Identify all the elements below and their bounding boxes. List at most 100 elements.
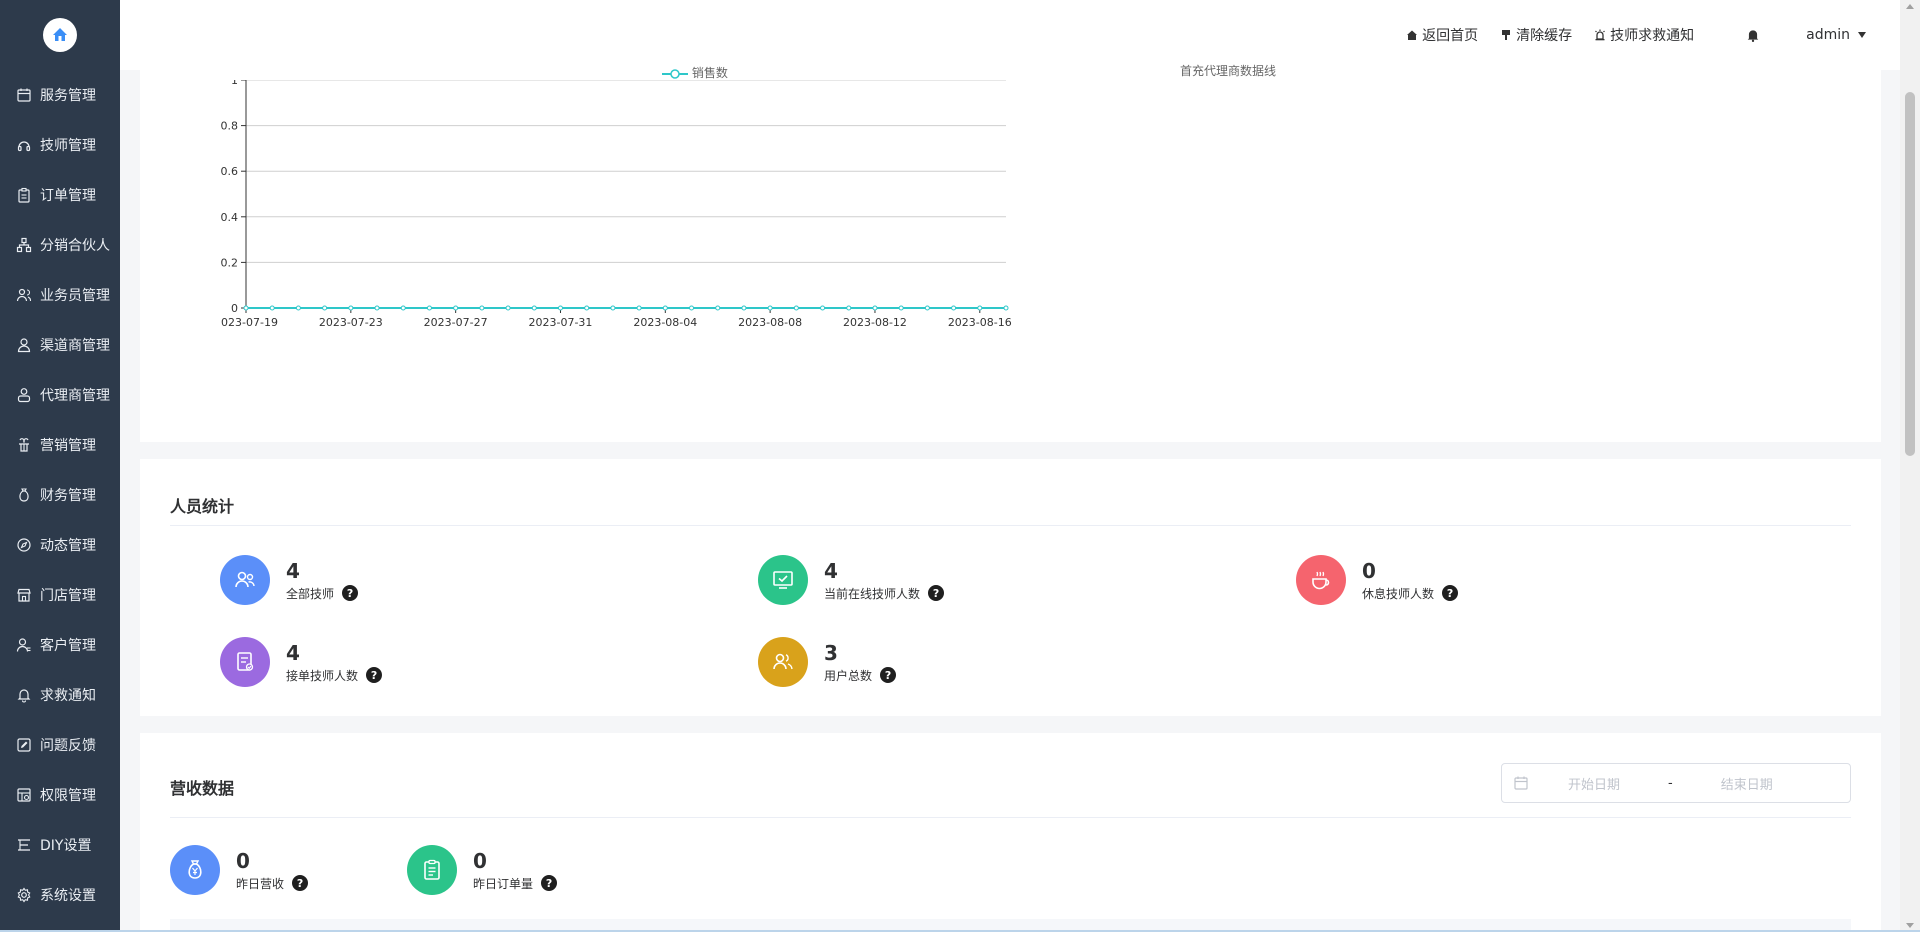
sidebar-item-6[interactable]: 代理商管理	[0, 370, 120, 420]
return-home-link[interactable]: 返回首页	[1406, 25, 1478, 45]
data-point	[610, 305, 616, 311]
sidebar-item-2[interactable]: 订单管理	[0, 170, 120, 220]
sidebar-item-5[interactable]: 渠道商管理	[0, 320, 120, 370]
legend-line-icon	[662, 68, 688, 79]
sidebar-item-16[interactable]: 系统设置	[0, 870, 120, 920]
legend-item-sales[interactable]: 销售数	[662, 64, 728, 81]
stat-total-users: 3 用户总数?	[758, 637, 897, 687]
y-tick-label: 0	[231, 302, 238, 315]
stat-value: 4	[286, 640, 300, 665]
date-range-picker[interactable]: 开始日期 - 结束日期	[1501, 763, 1851, 803]
sidebar-item-label: 系统设置	[40, 888, 96, 904]
sidebar-item-7[interactable]: 营销管理	[0, 420, 120, 470]
scrollbar-thumb[interactable]	[1905, 92, 1915, 456]
sidebar-item-14[interactable]: 权限管理	[0, 770, 120, 820]
rescue-notice-link[interactable]: 技师求救通知	[1594, 25, 1694, 45]
data-point	[662, 305, 668, 311]
scroll-down-icon[interactable]	[1906, 923, 1914, 928]
sidebar-item-label: 订单管理	[40, 188, 96, 204]
help-icon[interactable]: ?	[541, 875, 558, 891]
alarm-icon	[1595, 29, 1606, 41]
clipboard-icon	[16, 187, 32, 203]
data-point	[741, 305, 747, 311]
user-menu[interactable]: admin	[1806, 27, 1866, 43]
home-icon	[1407, 30, 1418, 40]
stat-accepting-technicians: 4 接单技师人数?	[220, 637, 383, 687]
sidebar-item-label: 门店管理	[40, 588, 96, 604]
main-content: 销售数 首充代理商数据线 0 0.2 0.4 0.6 0.8 1 2023-07-19 202…	[120, 64, 1900, 932]
x-tick-label: 2023-07-19	[220, 316, 278, 329]
notification-bell[interactable]	[1746, 28, 1764, 42]
data-point	[636, 305, 642, 311]
sidebar-item-label: 技师管理	[40, 138, 96, 154]
x-tick-label: 2023-08-16	[948, 316, 1012, 329]
date-separator: -	[1668, 775, 1673, 791]
clipboard-icon	[424, 859, 440, 880]
username: admin	[1806, 27, 1850, 43]
revenue-icon-circle	[170, 845, 220, 895]
data-point	[872, 305, 878, 311]
sidebar-item-label: 代理商管理	[40, 388, 110, 404]
help-icon[interactable]: ?	[366, 667, 383, 683]
sidebar-item-11[interactable]: 客户管理	[0, 620, 120, 670]
help-icon[interactable]: ?	[928, 585, 945, 601]
clear-cache-link[interactable]: 清除缓存	[1500, 25, 1572, 45]
page-scrollbar[interactable]	[1900, 0, 1920, 932]
help-icon[interactable]: ?	[342, 585, 359, 601]
stat-value: 4	[824, 558, 838, 583]
sidebar-item-13[interactable]: 问题反馈	[0, 720, 120, 770]
online-icon-circle	[758, 555, 808, 605]
return-home-label: 返回首页	[1422, 28, 1479, 44]
scroll-up-icon[interactable]	[1906, 4, 1914, 9]
money-bag-icon	[188, 860, 202, 879]
sidebar-item-9[interactable]: 动态管理	[0, 520, 120, 570]
sidebar-item-4[interactable]: 业务员管理	[0, 270, 120, 320]
stat-yesterday-revenue: 0 昨日营收?	[170, 845, 309, 895]
data-point	[846, 305, 852, 311]
headset-icon	[16, 137, 32, 153]
start-date-input[interactable]: 开始日期	[1568, 774, 1620, 793]
sidebar-item-8[interactable]: 财务管理	[0, 470, 120, 520]
bell-icon	[16, 687, 32, 703]
help-icon[interactable]: ?	[292, 875, 309, 891]
data-point	[898, 305, 904, 311]
y-tick-label: 1	[231, 80, 238, 87]
bell-icon	[1747, 30, 1759, 42]
data-point	[793, 305, 799, 311]
clear-cache-label: 清除缓存	[1516, 28, 1573, 44]
legend-item-agent[interactable]: 首充代理商数据线	[1180, 62, 1276, 79]
line-chart: 0 0.2 0.4 0.6 0.8 1 2023-07-19 2023-07-23 2023-0…	[220, 80, 1012, 329]
edit-icon	[16, 737, 32, 753]
stat-label: 当前在线技师人数	[824, 586, 921, 601]
stat-value: 3	[824, 640, 838, 665]
calendar-icon	[1514, 776, 1528, 790]
rescue-notice-label: 技师求救通知	[1610, 28, 1695, 44]
divider	[170, 525, 1851, 526]
sidebar-item-1[interactable]: 技师管理	[0, 120, 120, 170]
stat-all-technicians: 4 全部技师?	[220, 555, 359, 605]
legend-label-sales: 销售数	[691, 66, 728, 80]
help-icon[interactable]: ?	[880, 667, 897, 683]
help-icon[interactable]: ?	[1442, 585, 1459, 601]
revenue-title: 营收数据	[170, 779, 235, 798]
compass-icon	[16, 537, 32, 553]
stat-label: 昨日订单量	[473, 876, 534, 891]
sidebar-item-0[interactable]: 服务管理	[0, 70, 120, 120]
sidebar-item-15[interactable]: DIY设置	[0, 820, 120, 870]
data-point	[479, 305, 485, 311]
sidebar-item-label: DIY设置	[40, 838, 92, 854]
logo[interactable]	[0, 0, 120, 70]
end-date-input[interactable]: 结束日期	[1721, 774, 1773, 793]
technician-icon-circle	[220, 555, 270, 605]
y-tick-label: 0.2	[221, 256, 239, 269]
sidebar-item-12[interactable]: 求救通知	[0, 670, 120, 720]
orders-icon-circle	[407, 845, 457, 895]
sidebar-item-label: 财务管理	[40, 488, 96, 504]
stat-label: 全部技师	[286, 586, 335, 601]
sidebar-item-10[interactable]: 门店管理	[0, 570, 120, 620]
calendar-icon	[16, 87, 32, 103]
stat-value: 0	[473, 848, 487, 873]
sidebar-item-3[interactable]: 分销合伙人	[0, 220, 120, 270]
data-point	[715, 305, 721, 311]
x-tick-label: 2023-08-04	[633, 316, 697, 329]
